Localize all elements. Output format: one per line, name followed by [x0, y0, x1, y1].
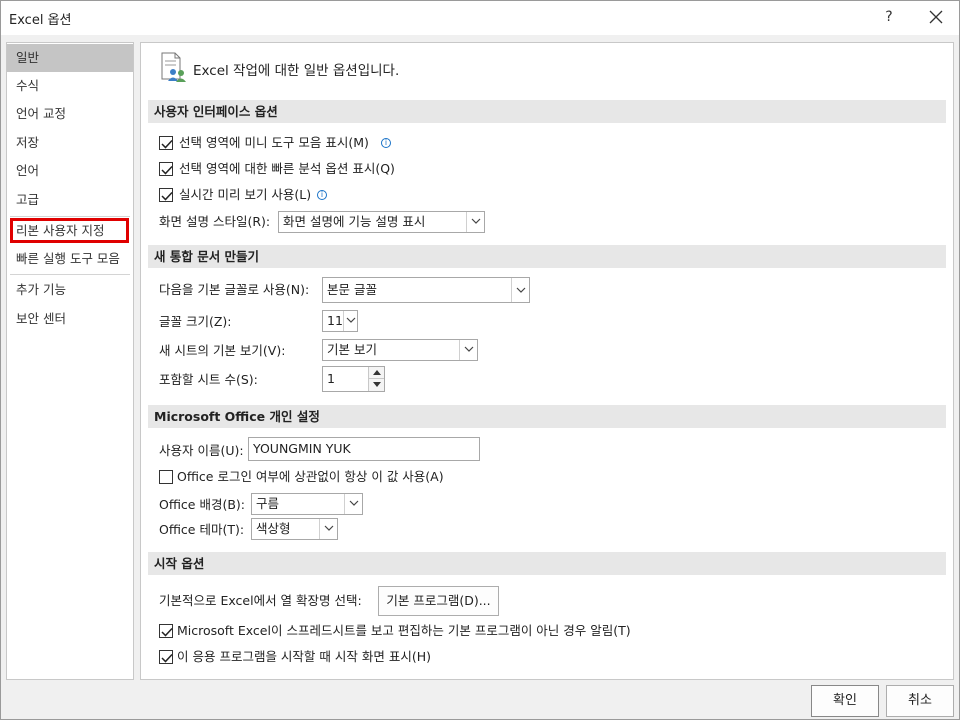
chevron-down-icon: [511, 278, 529, 302]
show-start-checkbox[interactable]: [159, 650, 173, 664]
spinner-up-icon[interactable]: [368, 367, 384, 379]
username-label: 사용자 이름(U):: [159, 443, 244, 458]
quick-analysis-checkbox[interactable]: [159, 162, 173, 176]
default-view-label: 새 시트의 기본 보기(V):: [159, 343, 286, 358]
default-font-dropdown[interactable]: 본문 글꼴: [322, 277, 530, 303]
chevron-down-icon: [319, 519, 337, 539]
sidebar-item-general[interactable]: 일반: [7, 44, 133, 72]
checkmark-icon: [161, 191, 173, 201]
checkmark-icon: [161, 165, 173, 175]
sidebar-item-proofing[interactable]: 언어 교정: [7, 100, 133, 128]
default-programs-button[interactable]: 기본 프로그램(D)...: [378, 586, 499, 616]
tell-me-label: Microsoft Excel이 스프레드시트를 보고 편집하는 기본 프로그램…: [177, 623, 631, 638]
highlight-outline: [10, 218, 129, 243]
always-use-checkbox[interactable]: [159, 470, 173, 484]
close-button[interactable]: [921, 5, 951, 29]
office-theme-value: 색상형: [256, 521, 291, 536]
font-size-value: 11: [327, 313, 343, 328]
section-personalize: Microsoft Office 개인 설정: [148, 405, 946, 428]
office-background-value: 구름: [256, 496, 280, 511]
section-startup: 시작 옵션: [148, 552, 946, 575]
office-theme-label: Office 테마(T):: [159, 522, 245, 537]
panel-description: Excel 작업에 대한 일반 옵션입니다.: [193, 63, 400, 79]
default-font-label: 다음을 기본 글꼴로 사용(N):: [159, 282, 310, 297]
info-icon: i: [317, 190, 327, 200]
checkmark-icon: [161, 653, 173, 663]
font-size-dropdown[interactable]: 11: [322, 310, 358, 332]
tell-me-checkbox[interactable]: [159, 624, 173, 638]
always-use-label: Office 로그인 여부에 상관없이 항상 이 값 사용(A): [177, 469, 444, 484]
default-view-dropdown[interactable]: 기본 보기: [322, 339, 478, 361]
font-size-label: 글꼴 크기(Z):: [159, 314, 232, 329]
sidebar: 일반 수식 언어 교정 저장 언어 고급 리본 사용자 지정 빠른 실행 도구 …: [6, 42, 134, 680]
default-view-value: 기본 보기: [327, 342, 377, 357]
sheet-count-value: 1: [327, 371, 335, 386]
chevron-down-icon: [459, 340, 477, 360]
live-preview-label: 실시간 미리 보기 사용(L): [179, 187, 312, 202]
spinner-down-icon[interactable]: [368, 379, 384, 391]
title-bar: Excel 옵션 ?: [1, 1, 959, 35]
show-start-label: 이 응용 프로그램을 시작할 때 시작 화면 표시(H): [177, 649, 431, 664]
live-preview-checkbox[interactable]: [159, 188, 173, 202]
mini-toolbar-label: 선택 영역에 미니 도구 모음 표시(M): [179, 135, 369, 150]
office-background-label: Office 배경(B):: [159, 497, 246, 512]
close-icon: [929, 10, 943, 24]
file-extensions-label: 기본적으로 Excel에서 열 확장명 선택:: [159, 593, 362, 608]
general-options-icon: [161, 52, 186, 82]
cancel-button[interactable]: 취소: [886, 685, 954, 717]
sidebar-item-add-ins[interactable]: 추가 기능: [7, 276, 133, 304]
window-title: Excel 옵션: [9, 13, 72, 28]
sidebar-item-quick-access-toolbar[interactable]: 빠른 실행 도구 모음: [7, 245, 133, 273]
default-font-value: 본문 글꼴: [327, 282, 377, 297]
excel-options-dialog: Excel 옵션 ? 일반 수식 언어 교정 저장 언어 고급 리본 사용자 지…: [0, 0, 960, 720]
screentip-style-label: 화면 설명 스타일(R):: [159, 214, 271, 229]
sidebar-item-save[interactable]: 저장: [7, 129, 133, 157]
mini-toolbar-checkbox[interactable]: [159, 136, 173, 150]
screentip-style-dropdown[interactable]: 화면 설명에 기능 설명 표시: [278, 211, 485, 233]
sheet-count-label: 포함할 시트 수(S):: [159, 372, 258, 387]
sheet-count-spinner[interactable]: 1: [322, 366, 385, 392]
options-panel: Excel 작업에 대한 일반 옵션입니다. 사용자 인터페이스 옵션 선택 영…: [140, 42, 954, 680]
office-background-dropdown[interactable]: 구름: [251, 493, 363, 515]
sidebar-item-formulas[interactable]: 수식: [7, 72, 133, 100]
section-ui-options: 사용자 인터페이스 옵션: [148, 100, 946, 123]
info-icon: i: [381, 138, 391, 148]
sidebar-item-language[interactable]: 언어: [7, 157, 133, 185]
ok-button[interactable]: 확인: [811, 685, 879, 717]
checkmark-icon: [161, 627, 173, 637]
checkmark-icon: [161, 139, 173, 149]
sidebar-item-trust-center[interactable]: 보안 센터: [7, 305, 133, 333]
screentip-style-value: 화면 설명에 기능 설명 표시: [283, 214, 426, 229]
chevron-down-icon: [466, 212, 484, 232]
chevron-down-icon: [343, 311, 357, 331]
sidebar-item-advanced[interactable]: 고급: [7, 186, 133, 214]
chevron-down-icon: [344, 494, 362, 514]
help-button[interactable]: ?: [879, 5, 899, 29]
username-field[interactable]: YOUNGMIN YUK: [248, 437, 480, 461]
quick-analysis-label: 선택 영역에 대한 빠른 분석 옵션 표시(Q): [179, 161, 395, 176]
sidebar-divider: [10, 274, 130, 275]
section-new-workbook: 새 통합 문서 만들기: [148, 245, 946, 268]
office-theme-dropdown[interactable]: 색상형: [251, 518, 338, 540]
